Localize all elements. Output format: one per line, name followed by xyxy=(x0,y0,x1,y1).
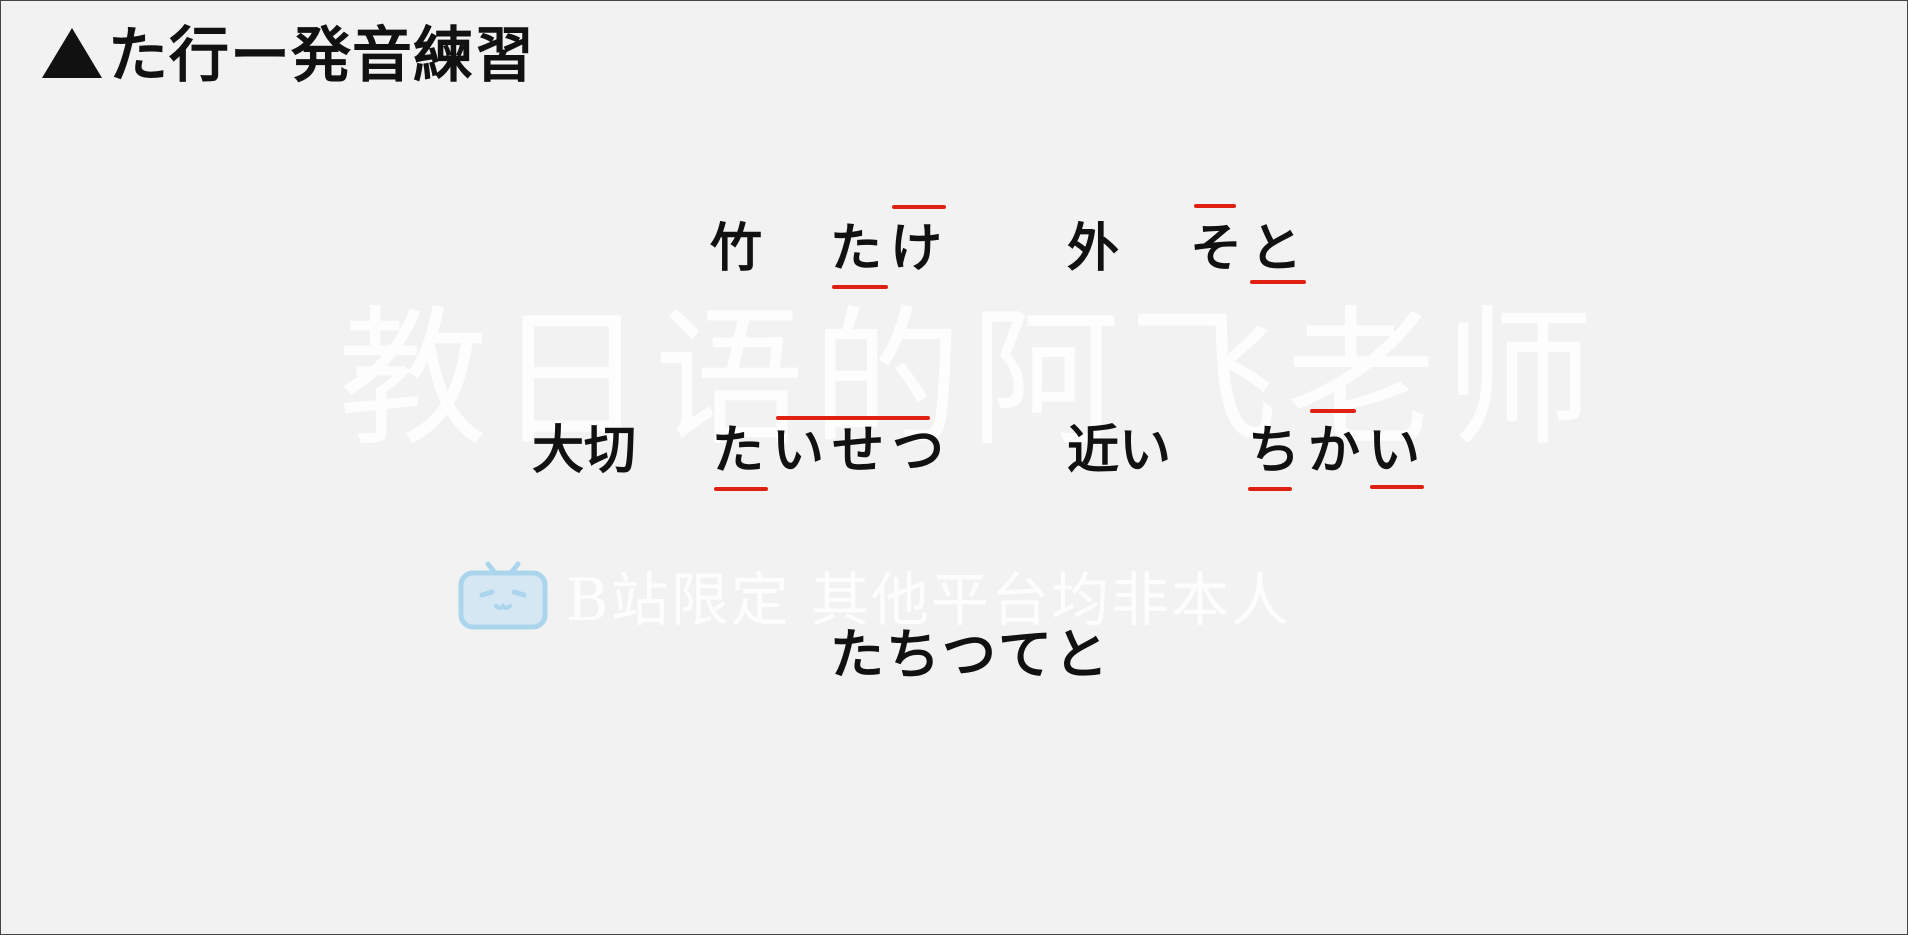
drill-row: たちつてと xyxy=(830,622,1110,686)
triangle-icon xyxy=(42,28,102,78)
kana: と xyxy=(1249,218,1302,279)
word-reading-taisetsu: た い せ つ xyxy=(708,416,948,486)
kana: ち xyxy=(1247,420,1300,481)
kana: せ xyxy=(831,420,884,481)
page-title-text: た行ー発音練習 xyxy=(108,21,535,91)
devoicing-underline xyxy=(1248,487,1292,491)
word-kanji-take: 竹 xyxy=(710,218,763,279)
kana: け xyxy=(889,218,942,279)
pitch-high-mark xyxy=(1310,409,1356,413)
kana: い xyxy=(771,420,824,481)
kana: か xyxy=(1307,420,1360,481)
devoicing-underline xyxy=(1250,280,1306,284)
slide-frame xyxy=(0,0,1908,935)
devoicing-underline xyxy=(714,487,768,491)
kana: た xyxy=(711,420,764,481)
devoicing-underline xyxy=(1370,485,1424,489)
kana: そ xyxy=(1189,218,1242,279)
word-reading-chikai: ち か い xyxy=(1244,416,1424,486)
pitch-high-mark xyxy=(776,416,930,420)
word-kanji-soto: 外 xyxy=(1067,218,1120,279)
kana: つ xyxy=(891,420,944,481)
kana: い xyxy=(1367,420,1420,481)
word-kanji-chikai: 近い xyxy=(1067,420,1172,481)
word-kanji-taisetsu: 大切 xyxy=(532,420,637,481)
devoicing-underline xyxy=(832,285,888,289)
word-reading-soto: そ と xyxy=(1186,214,1306,284)
bilibili-tv-icon xyxy=(458,561,548,630)
word-reading-take: た け xyxy=(826,214,946,284)
page-title: た行ー発音練習 xyxy=(42,12,535,100)
pitch-high-mark xyxy=(1194,204,1236,208)
pitch-high-mark xyxy=(892,205,946,209)
kana: た xyxy=(829,218,882,279)
